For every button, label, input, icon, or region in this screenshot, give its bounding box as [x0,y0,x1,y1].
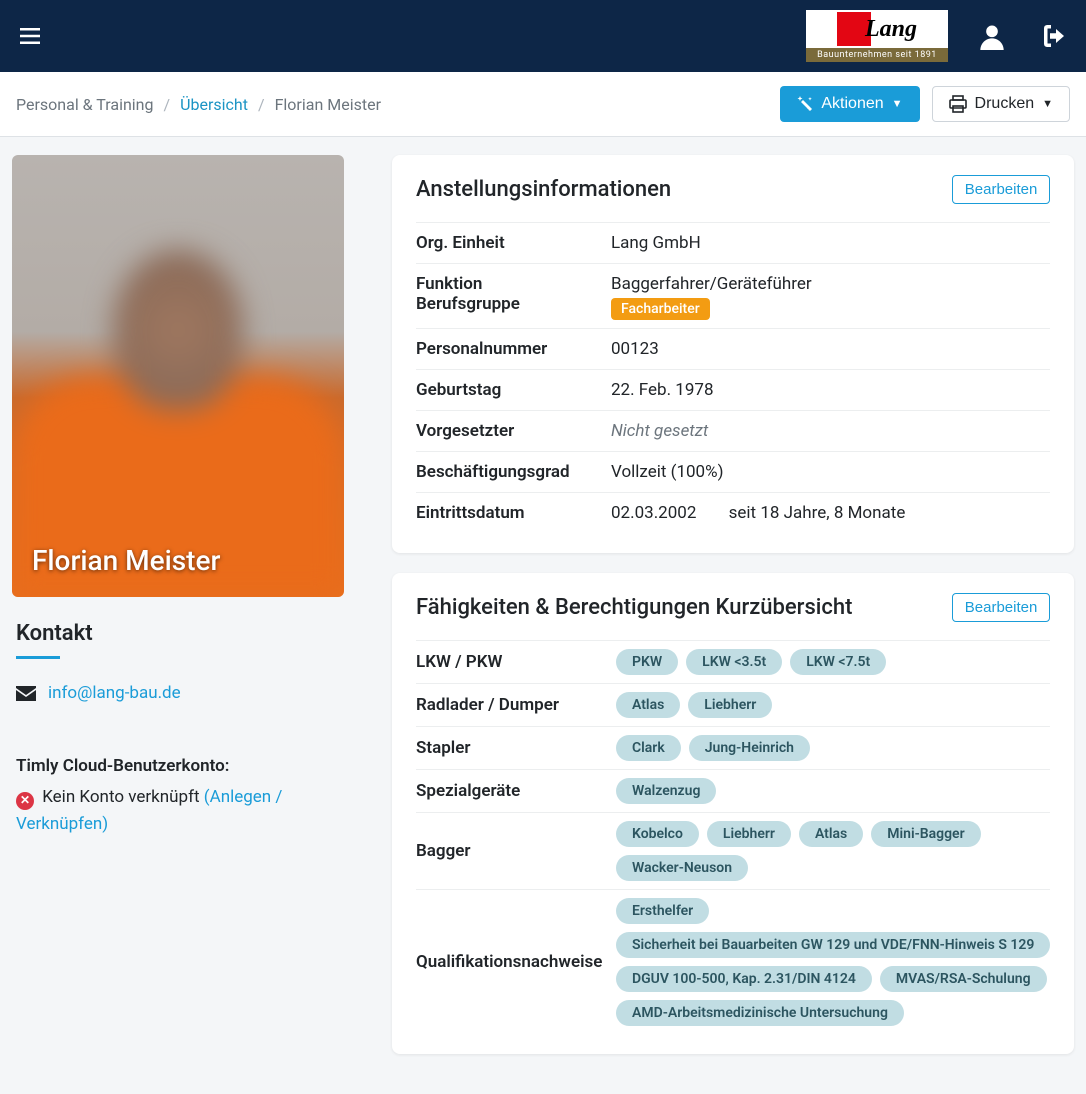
info-value: 02.03.2002 [611,503,696,523]
skill-row: BaggerKobelco Liebherr Atlas Mini-Bagger Wac… [416,812,1050,889]
skill-tag[interactable]: Kobelco [616,821,699,847]
print-icon [949,95,967,113]
email-link[interactable]: info@lang-bau.de [48,683,181,703]
skill-tag[interactable]: Clark [616,735,681,761]
employment-card: Anstellungsinformationen Bearbeiten Org.… [392,155,1074,553]
skill-tags: Atlas Liebherr [616,692,1050,718]
heading-underline [16,656,60,659]
skill-tag[interactable]: Jung-Heinrich [689,735,810,761]
brand-logo: Lang Bauunternehmen seit 1891 [806,10,948,62]
info-label: Geburtstag [416,380,611,400]
berufsgruppe-badge: Facharbeiter [611,298,710,320]
breadcrumb-bar: Personal & Training / Übersicht / Floria… [0,72,1086,137]
skill-tag[interactable]: Atlas [616,692,680,718]
skill-row: Qualifikationsnachweise Ersthelfer Sicherh… [416,889,1050,1034]
skills-heading: Fähigkeiten & Berechtigungen Kurzübersic… [416,595,852,620]
wand-icon [797,96,813,112]
error-icon: ✕ [16,792,34,810]
drucken-button[interactable]: Drucken ▼ [932,86,1070,122]
skill-label: Spezialgeräte [416,781,616,801]
drucken-label: Drucken [975,95,1035,113]
skills-card: Fähigkeiten & Berechtigungen Kurzübersic… [392,573,1074,1054]
skill-tag[interactable]: MVAS/RSA-Schulung [880,966,1047,992]
skill-row: SpezialgeräteWalzenzug [416,769,1050,812]
info-label: Beschäftigungsgrad [416,462,611,482]
info-value: Nicht gesetzt [611,421,1050,441]
info-label: Org. Einheit [416,233,611,253]
skill-tag[interactable]: Mini-Bagger [871,821,980,847]
breadcrumb-sep: / [164,95,171,114]
topbar: Lang Bauunternehmen seit 1891 [0,0,1086,72]
info-label: Eintrittsdatum [416,503,611,523]
logo-subtitle: Bauunternehmen seit 1891 [806,48,948,62]
skill-tag[interactable]: Wacker-Neuson [616,855,748,881]
skill-label: LKW / PKW [416,652,616,672]
skill-tag[interactable]: Sicherheit bei Bauarbeiten GW 129 und VD… [616,932,1050,958]
breadcrumb: Personal & Training / Übersicht / Floria… [16,95,381,114]
profile-name: Florian Meister [32,544,220,577]
info-value: Vollzeit (100%) [611,462,1050,482]
edit-employment-button[interactable]: Bearbeiten [952,175,1051,204]
skill-tag[interactable]: Walzenzug [616,778,716,804]
info-value: Lang GmbH [611,233,1050,253]
cloud-account-title: Timly Cloud-Benutzerkonto: [16,753,348,780]
skill-row: LKW / PKWPKW LKW <3.5t LKW <7.5t [416,640,1050,683]
user-icon[interactable] [978,22,1006,50]
skill-row: StaplerClark Jung-Heinrich [416,726,1050,769]
breadcrumb-sep: / [258,95,265,114]
employment-heading: Anstellungsinformationen [416,177,671,202]
skill-tag[interactable]: AMD-Arbeitsmedizinische Untersuchung [616,1000,904,1026]
skill-label: Radlader / Dumper [416,695,616,715]
logout-icon[interactable] [1036,23,1066,49]
aktionen-label: Aktionen [821,95,883,113]
skill-tag[interactable]: LKW <3.5t [686,649,782,675]
skill-label: Stapler [416,738,616,758]
breadcrumb-overview[interactable]: Übersicht [180,95,248,114]
breadcrumb-current: Florian Meister [275,95,381,114]
skill-tag[interactable]: DGUV 100-500, Kap. 2.31/DIN 4124 [616,966,872,992]
profile-photo: Florian Meister [12,155,344,597]
skill-tags: Walzenzug [616,778,1050,804]
skill-tag[interactable]: Liebherr [688,692,772,718]
menu-icon[interactable] [20,28,40,44]
info-value: 22. Feb. 1978 [611,380,1050,400]
caret-down-icon: ▼ [1042,98,1053,110]
cloud-status: Kein Konto verknüpft [42,787,199,807]
info-since: seit 18 Jahre, 8 Monate [729,503,906,523]
info-label: Vorgesetzter [416,421,611,441]
skill-tag[interactable]: Ersthelfer [616,898,709,924]
skill-tag[interactable]: LKW <7.5t [790,649,886,675]
skill-tag[interactable]: PKW [616,649,678,675]
info-value: Baggerfahrer/Geräteführer [611,274,1050,294]
skill-label: Bagger [416,841,616,861]
email-icon [16,686,36,701]
edit-skills-button[interactable]: Bearbeiten [952,593,1051,622]
skill-tags: Ersthelfer Sicherheit bei Bauarbeiten GW … [616,898,1050,1026]
skill-tags: Clark Jung-Heinrich [616,735,1050,761]
skill-row: Radlader / DumperAtlas Liebherr [416,683,1050,726]
logo-text: Lang [865,16,917,43]
info-value: 00123 [611,339,1050,359]
info-label: Personalnummer [416,339,611,359]
skill-label: Qualifikationsnachweise [416,952,616,972]
caret-down-icon: ▼ [892,98,903,110]
skill-tags: PKW LKW <3.5t LKW <7.5t [616,649,1050,675]
skill-tag[interactable]: Liebherr [707,821,791,847]
skill-tag[interactable]: Atlas [799,821,863,847]
aktionen-button[interactable]: Aktionen ▼ [780,86,919,122]
skill-tags: Kobelco Liebherr Atlas Mini-Bagger Wacker-Ne… [616,821,1050,881]
kontakt-heading: Kontakt [16,621,348,646]
info-label: Berufsgruppe [416,294,611,314]
info-label: Funktion [416,274,611,294]
breadcrumb-root[interactable]: Personal & Training [16,95,154,114]
